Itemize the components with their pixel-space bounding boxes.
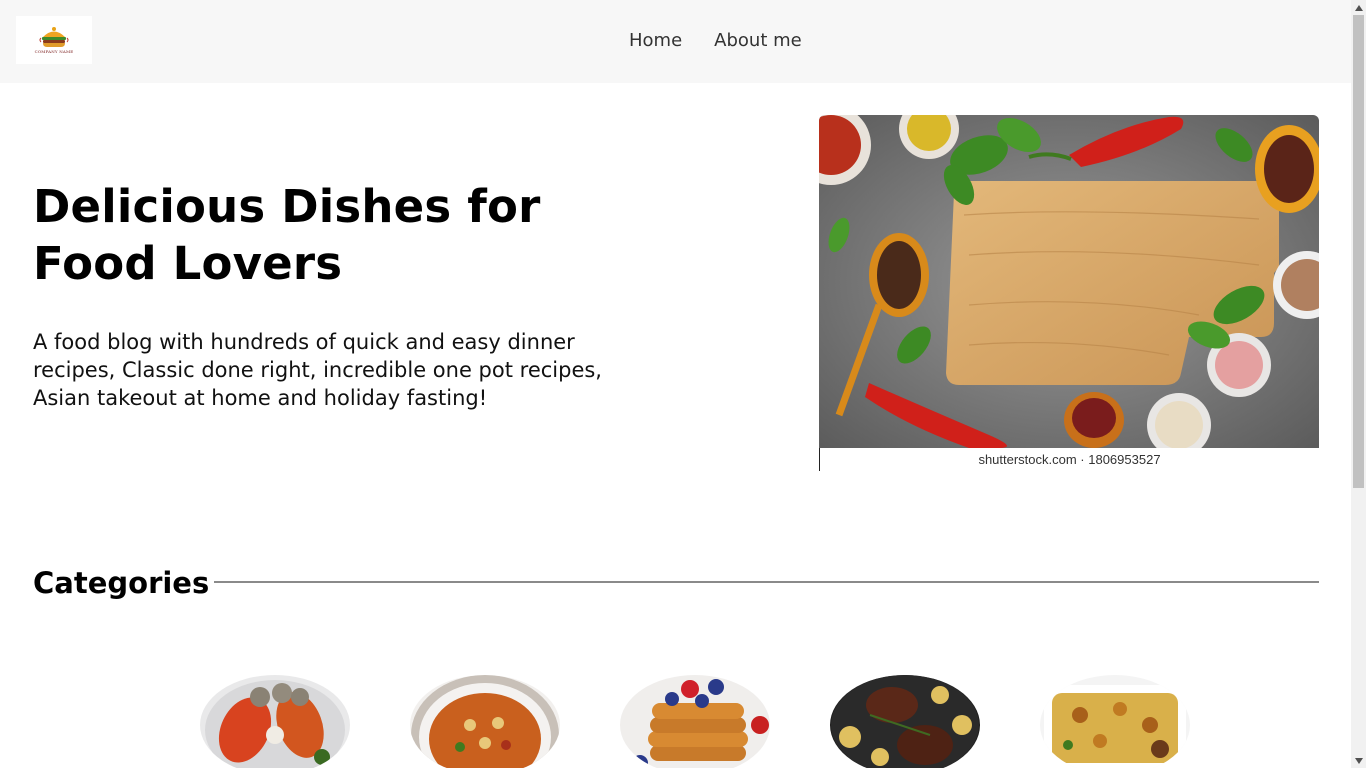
scroll-down-arrow-icon[interactable] — [1351, 753, 1366, 768]
logo-text: COMPANY NAME — [34, 49, 74, 54]
seafood-platter-icon — [200, 675, 350, 768]
watermark-text: shutterstock.com · 1806953527 — [978, 452, 1161, 467]
categories-divider — [214, 581, 1319, 583]
baked-casserole-icon — [1040, 675, 1190, 768]
image-watermark: shutterstock.com · 1806953527 — [819, 448, 1319, 471]
page-scrollbar[interactable] — [1351, 0, 1366, 768]
category-casserole[interactable] — [1040, 675, 1190, 768]
category-list — [0, 675, 1351, 768]
category-steak[interactable] — [830, 675, 980, 768]
cutting-board-spices-photo — [819, 115, 1319, 448]
hero-title: Delicious Dishes for Food Lovers — [33, 180, 541, 290]
grilled-steak-icon — [830, 675, 980, 768]
scroll-up-arrow-icon[interactable] — [1351, 0, 1366, 15]
category-pancakes[interactable] — [620, 675, 770, 768]
scrollbar-thumb[interactable] — [1353, 15, 1364, 488]
category-soup[interactable] — [410, 675, 560, 768]
pancake-stack-icon — [620, 675, 770, 768]
hero-description: A food blog with hundreds of quick and e… — [33, 330, 602, 410]
navbar: COMPANY NAME Home About me — [0, 0, 1351, 83]
hero-image: shutterstock.com · 1806953527 — [819, 115, 1319, 471]
company-logo[interactable]: COMPANY NAME — [16, 16, 92, 64]
nav-home-link[interactable]: Home — [629, 30, 682, 52]
main-nav: Home About me — [629, 30, 802, 52]
burger-icon — [39, 27, 69, 47]
categories-heading: Categories — [33, 566, 210, 600]
category-seafood[interactable] — [200, 675, 350, 768]
soup-bowl-icon — [410, 675, 560, 768]
nav-about-link[interactable]: About me — [714, 30, 802, 52]
